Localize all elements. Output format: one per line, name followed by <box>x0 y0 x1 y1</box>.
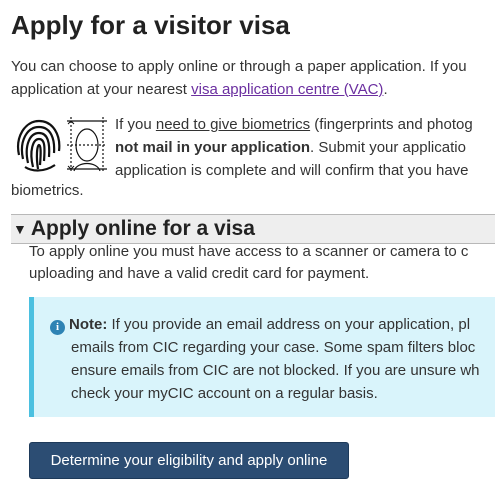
vac-link[interactable]: visa application centre (VAC) <box>191 81 383 98</box>
note-line-1: i Note: If you provide an email address o… <box>50 313 495 336</box>
biometrics-paragraph: If you need to give biometrics (fingerpr… <box>115 113 495 182</box>
info-icon: i <box>50 320 65 335</box>
note-alert: i Note: If you provide an email address o… <box>29 297 495 417</box>
apply-online-button[interactable]: Determine your eligibility and apply onl… <box>29 442 349 479</box>
biometrics-line-2: not mail in your application. Submit you… <box>115 139 466 156</box>
note-line-4: check your myCIC account on a regular ba… <box>71 385 378 402</box>
biometrics-line-1: If you need to give biometrics (fingerpr… <box>115 116 473 133</box>
note-label: Note: <box>69 316 108 333</box>
page-title: Apply for a visitor visa <box>11 10 290 40</box>
section-title: Apply online for a visa <box>30 217 255 240</box>
note-line-3: ensure emails from CIC are not blocked. … <box>71 362 480 379</box>
biometrics-link[interactable]: need to give biometrics <box>156 116 310 133</box>
intro-line-1: You can choose to apply online or throug… <box>11 58 467 75</box>
section-header-apply-online[interactable]: ▼ Apply online for a visa <box>11 214 495 244</box>
caret-down-icon: ▼ <box>13 221 27 237</box>
section-body-line-1: To apply online you must have access to … <box>29 243 469 260</box>
biometrics-tail: biometrics. <box>11 182 84 199</box>
section-body-line-2: uploading and have a valid credit card f… <box>29 265 370 282</box>
intro-paragraph: You can choose to apply online or throug… <box>11 55 495 101</box>
intro-line-2: application at your nearest visa applica… <box>11 81 388 98</box>
section-body: To apply online you must have access to … <box>29 241 495 285</box>
note-line-2: emails from CIC regarding your case. Som… <box>71 339 476 356</box>
biometrics-line-3: application is complete and will confirm… <box>115 162 469 179</box>
fingerprint-face-icon <box>17 117 107 173</box>
